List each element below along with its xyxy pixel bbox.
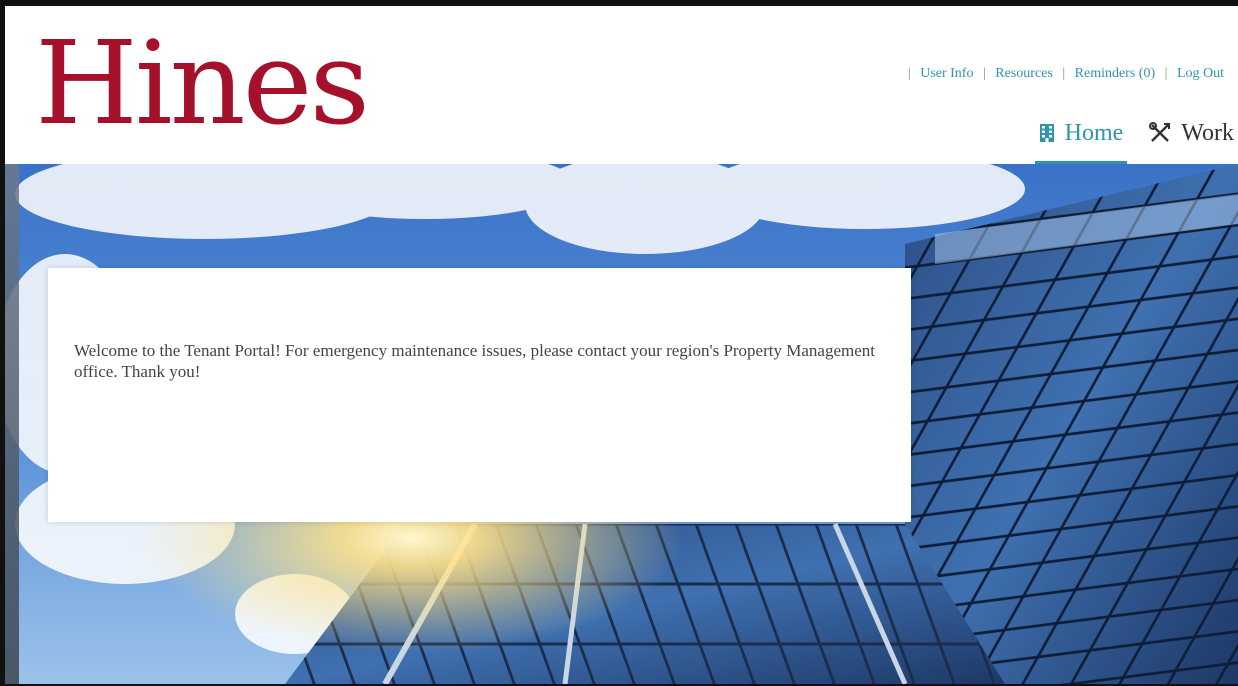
resources-link[interactable]: Resources <box>995 66 1053 81</box>
log-out-link[interactable]: Log Out <box>1177 66 1224 81</box>
app-window: Hines | User Info | Resources | Reminder… <box>0 0 1238 686</box>
user-info-link[interactable]: User Info <box>920 66 973 81</box>
tab-home[interactable]: Home <box>1034 110 1128 164</box>
nav-separator: | <box>982 66 986 81</box>
main-nav: Home Work <box>1017 110 1238 164</box>
welcome-card: Welcome to the Tenant Portal! For emerge… <box>48 268 911 522</box>
welcome-message: Welcome to the Tenant Portal! For emerge… <box>74 341 875 381</box>
site-header: Hines | User Info | Resources | Reminder… <box>5 6 1238 164</box>
building-icon <box>1039 123 1055 143</box>
nav-separator: | <box>907 66 911 81</box>
tab-home-label: Home <box>1064 119 1124 146</box>
nav-separator: | <box>1062 66 1066 81</box>
hines-logo[interactable]: Hines <box>35 19 370 146</box>
utility-nav: | User Info | Resources | Reminders (0) … <box>902 66 1224 82</box>
left-shadow-strip <box>5 164 19 684</box>
reminders-link[interactable]: Reminders (0) <box>1075 66 1155 81</box>
nav-separator: | <box>1164 66 1168 81</box>
tab-work[interactable]: Work <box>1145 110 1238 156</box>
tab-work-label: Work <box>1181 119 1234 146</box>
tools-icon <box>1149 122 1171 144</box>
